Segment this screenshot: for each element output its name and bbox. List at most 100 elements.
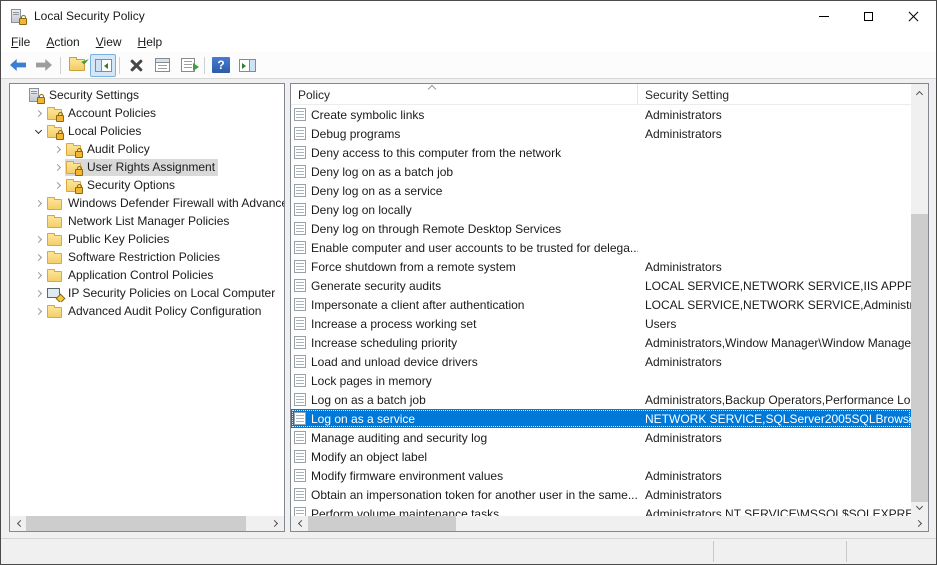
help-button[interactable]: ? xyxy=(208,54,234,77)
forward-button[interactable] xyxy=(31,54,57,77)
tree-item[interactable]: Local Policies xyxy=(10,122,284,140)
policy-row[interactable]: Log on as a batch jobAdministrators,Back… xyxy=(291,390,911,409)
policy-row[interactable]: Deny access to this computer from the ne… xyxy=(291,143,911,162)
policy-row[interactable]: Deny log on through Remote Desktop Servi… xyxy=(291,219,911,238)
policy-row[interactable]: Enable computer and user accounts to be … xyxy=(291,238,911,257)
show-hide-action-pane-button[interactable] xyxy=(234,54,260,77)
ipsec-icon xyxy=(47,286,64,301)
scroll-up-button[interactable] xyxy=(911,84,928,101)
policy-name-label: Modify firmware environment values xyxy=(311,469,503,483)
menu-item-action[interactable]: Action xyxy=(38,33,87,51)
tree-item[interactable]: Application Control Policies xyxy=(10,266,284,284)
menu-item-help[interactable]: Help xyxy=(130,33,171,51)
expand-chevron-icon[interactable] xyxy=(31,230,46,248)
expand-chevron-icon[interactable] xyxy=(31,104,46,122)
policy-row[interactable]: Deny log on locally xyxy=(291,200,911,219)
tree-item[interactable]: Security Settings xyxy=(10,86,284,104)
show-hide-console-tree-button[interactable] xyxy=(90,54,116,77)
tree-item[interactable]: Security Options xyxy=(10,176,284,194)
policy-icon xyxy=(294,450,306,463)
tree-item-label: Security Settings xyxy=(49,88,139,102)
scrollbar-thumb[interactable] xyxy=(308,516,456,531)
policy-row[interactable]: Lock pages in memory xyxy=(291,371,911,390)
delete-button[interactable] xyxy=(123,54,149,77)
policy-row[interactable]: Debug programsAdministrators xyxy=(291,124,911,143)
policy-row[interactable]: Force shutdown from a remote systemAdmin… xyxy=(291,257,911,276)
policy-name-label: Force shutdown from a remote system xyxy=(311,260,516,274)
policy-row[interactable]: Modify firmware environment valuesAdmini… xyxy=(291,466,911,485)
list-vertical-scrollbar[interactable] xyxy=(911,84,928,516)
policy-row[interactable]: Modify an object label xyxy=(291,447,911,466)
menu-item-file[interactable]: File xyxy=(3,33,38,51)
tree-horizontal-scrollbar[interactable] xyxy=(10,516,284,531)
tree-item[interactable]: Account Policies xyxy=(10,104,284,122)
scroll-right-button[interactable] xyxy=(267,516,284,531)
scroll-left-button[interactable] xyxy=(10,516,27,531)
expand-chevron-icon[interactable] xyxy=(31,302,46,320)
tree-item-label: Advanced Audit Policy Configuration xyxy=(68,304,261,318)
policy-row[interactable]: Deny log on as a batch job xyxy=(291,162,911,181)
properties-button[interactable] xyxy=(149,54,175,77)
security-setting-cell: Administrators,Window Manager\Window Man… xyxy=(638,336,911,350)
menu-item-view[interactable]: View xyxy=(88,33,130,51)
policy-row[interactable]: Deny log on as a service xyxy=(291,181,911,200)
tree-item-content: Application Control Policies xyxy=(46,267,216,284)
policy-name-cell: Force shutdown from a remote system xyxy=(291,260,638,274)
expand-chevron-icon[interactable] xyxy=(31,266,46,284)
tree-item-content: Security Options xyxy=(65,177,178,194)
policy-icon xyxy=(294,108,306,121)
expand-chevron-icon[interactable] xyxy=(31,248,46,266)
tree-item[interactable]: Audit Policy xyxy=(10,140,284,158)
expand-chevron-icon[interactable] xyxy=(50,176,65,194)
main-area: Security Settings Account PoliciesLocal P… xyxy=(1,79,936,538)
minimize-icon xyxy=(819,16,829,17)
policy-row[interactable]: Create symbolic linksAdministrators xyxy=(291,105,911,124)
security-setting-cell: Administrators xyxy=(638,488,911,502)
policy-row[interactable]: Perform volume maintenance tasksAdminist… xyxy=(291,504,911,516)
back-button[interactable] xyxy=(5,54,31,77)
policy-row[interactable]: Obtain an impersonation token for anothe… xyxy=(291,485,911,504)
expand-chevron-icon[interactable] xyxy=(50,140,65,158)
tree-item[interactable]: Windows Defender Firewall with Advanced … xyxy=(10,194,284,212)
tree-item[interactable]: Public Key Policies xyxy=(10,230,284,248)
tree-item[interactable]: Network List Manager Policies xyxy=(10,212,284,230)
folder-icon xyxy=(47,232,64,247)
close-button[interactable] xyxy=(891,1,936,31)
scroll-left-button[interactable] xyxy=(291,516,308,531)
list-horizontal-scrollbar[interactable] xyxy=(291,516,928,531)
folder-lock-icon xyxy=(66,178,83,193)
scrollbar-thumb[interactable] xyxy=(26,516,246,531)
tree-item[interactable]: User Rights Assignment xyxy=(10,158,284,176)
expand-chevron-icon[interactable] xyxy=(31,194,46,212)
export-list-button[interactable] xyxy=(175,54,201,77)
column-header-security-setting[interactable]: Security Setting xyxy=(638,84,911,104)
scroll-down-button[interactable] xyxy=(911,499,928,516)
menu-bar: FileActionViewHelp xyxy=(1,31,936,52)
security-policy-icon xyxy=(10,9,27,24)
policy-row[interactable]: Manage auditing and security logAdminist… xyxy=(291,428,911,447)
tree-item[interactable]: Software Restriction Policies xyxy=(10,248,284,266)
policy-list: Create symbolic linksAdministratorsDebug… xyxy=(291,105,911,516)
policy-row[interactable]: Load and unload device driversAdministra… xyxy=(291,352,911,371)
policy-name-cell: Enable computer and user accounts to be … xyxy=(291,241,638,255)
tree-item[interactable]: IP Security Policies on Local Computer xyxy=(10,284,284,302)
policy-row[interactable]: Increase a process working setUsers xyxy=(291,314,911,333)
scrollbar-thumb[interactable] xyxy=(911,214,928,502)
policy-row[interactable]: Log on as a serviceNETWORK SERVICE,SQLSe… xyxy=(291,409,911,428)
up-one-level-button[interactable] xyxy=(64,54,90,77)
maximize-button[interactable] xyxy=(846,1,891,31)
minimize-button[interactable] xyxy=(801,1,846,31)
expand-chevron-icon[interactable] xyxy=(31,284,46,302)
expand-chevron-icon[interactable] xyxy=(50,158,65,176)
collapse-chevron-icon[interactable] xyxy=(31,122,46,140)
scroll-right-button[interactable] xyxy=(911,516,928,531)
policy-row[interactable]: Impersonate a client after authenticatio… xyxy=(291,295,911,314)
toolbar-separator xyxy=(119,57,120,74)
column-header-policy[interactable]: Policy xyxy=(291,84,638,104)
policy-row[interactable]: Increase scheduling priorityAdministrato… xyxy=(291,333,911,352)
policy-row[interactable]: Generate security auditsLOCAL SERVICE,NE… xyxy=(291,276,911,295)
tree-item[interactable]: Advanced Audit Policy Configuration xyxy=(10,302,284,320)
window-title: Local Security Policy xyxy=(34,9,801,23)
tree-item-label: Software Restriction Policies xyxy=(68,250,220,264)
policy-name-cell: Manage auditing and security log xyxy=(291,431,638,445)
